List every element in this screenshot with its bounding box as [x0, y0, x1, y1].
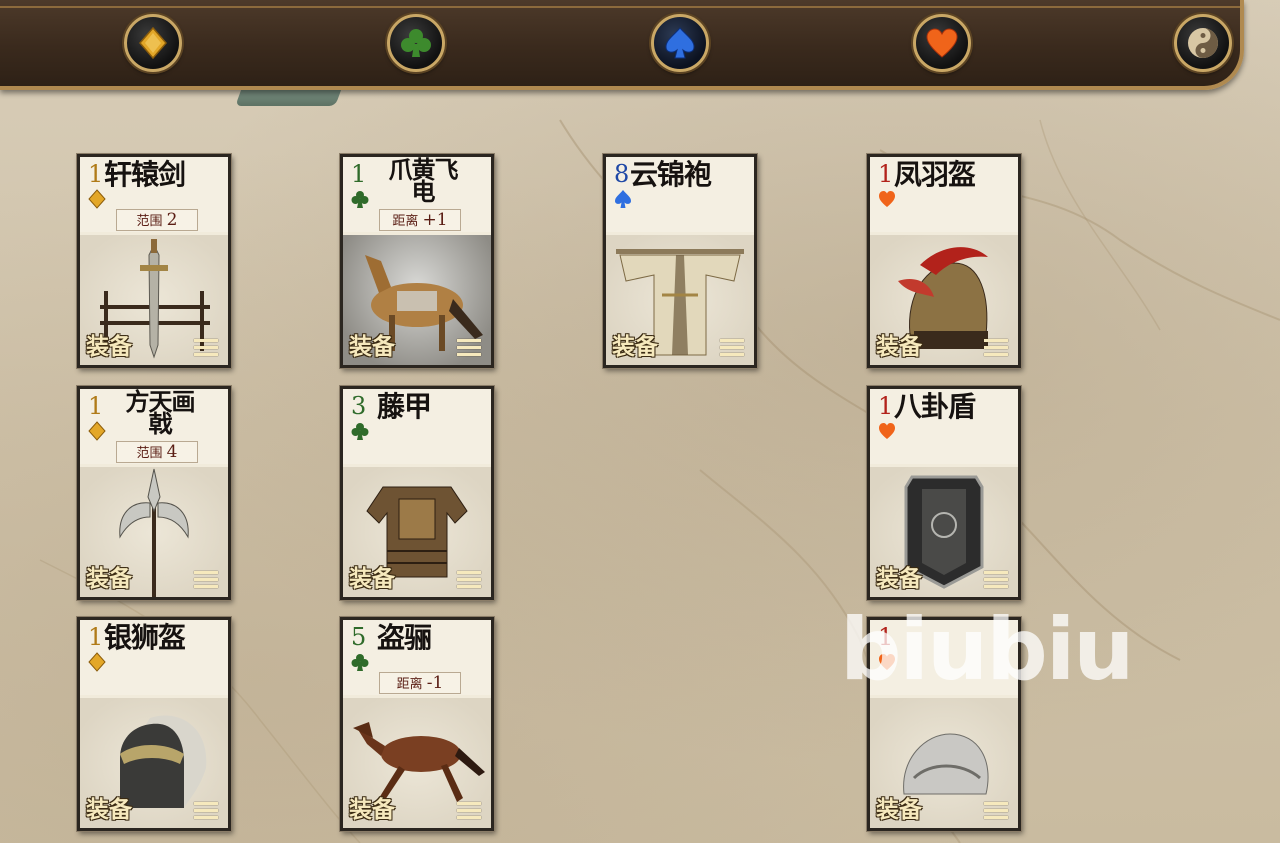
- card-title: 藤甲: [377, 390, 432, 423]
- club-filter-button[interactable]: [387, 14, 445, 72]
- card-number: 1: [878, 623, 894, 651]
- card-title: 云锦袍: [630, 158, 712, 191]
- card-number: 1: [351, 160, 367, 188]
- club-icon: [351, 423, 369, 440]
- card-tengjia-armor[interactable]: 3 藤甲 装备: [339, 385, 495, 601]
- card-number: 1: [878, 160, 894, 188]
- tag-label: 距离: [392, 214, 419, 229]
- menu-icon: [194, 339, 218, 357]
- card-fangtian-halberd[interactable]: 1 方天画戟 范围 4 装备: [76, 385, 232, 601]
- card-type-label: 装备: [86, 333, 132, 360]
- yin-yang-icon: [1188, 28, 1218, 58]
- club-icon: [401, 29, 431, 57]
- card-fengyu-helmet[interactable]: 1 凤羽盔 装备: [866, 153, 1022, 369]
- card-type-label: 装备: [612, 333, 658, 360]
- tag-value: +1: [422, 210, 448, 230]
- card-type-label: 装备: [86, 796, 132, 823]
- diamond-icon: [139, 26, 167, 60]
- heart-icon: [879, 654, 895, 670]
- card-number: 3: [351, 392, 367, 420]
- card-range-tag: 范围 2: [116, 209, 198, 231]
- card-type-label: 装备: [876, 333, 922, 360]
- card-title: 轩辕剑: [104, 158, 186, 191]
- tag-label: 范围: [136, 446, 163, 461]
- menu-icon: [984, 802, 1008, 820]
- card-number: 5: [351, 623, 367, 651]
- card-type-label: 装备: [876, 565, 922, 592]
- spade-filter-button[interactable]: [651, 14, 709, 72]
- suit-filter-bar: [0, 0, 1244, 90]
- card-type-label: 装备: [876, 796, 922, 823]
- card-title: 盗骊: [377, 621, 432, 654]
- menu-icon: [984, 571, 1008, 589]
- card-zhuahuang-feidian[interactable]: 1 爪黄飞电 距离 +1 装备: [339, 153, 495, 369]
- card-title: 银狮盔: [104, 621, 186, 654]
- card-type-label: 装备: [86, 565, 132, 592]
- card-distance-tag: 距离 +1: [379, 209, 461, 231]
- tag-value: -1: [426, 673, 444, 693]
- card-number: 1: [88, 392, 104, 420]
- card-title: 凤羽盔: [894, 158, 976, 191]
- card-distance-tag: 距离 -1: [379, 672, 461, 694]
- tag-label: 范围: [136, 214, 163, 229]
- all-suits-button[interactable]: [1174, 14, 1232, 72]
- card-number: 8: [614, 160, 630, 188]
- menu-icon: [457, 339, 481, 357]
- card-type-label: 装备: [349, 565, 395, 592]
- card-type-label: 装备: [349, 796, 395, 823]
- card-yinshi-helmet[interactable]: 1 银狮盔 装备: [76, 616, 232, 832]
- heart-icon: [879, 423, 895, 439]
- heart-icon: [926, 28, 958, 58]
- spade-icon: [665, 27, 695, 59]
- diamond-icon: [88, 652, 106, 672]
- card-title: 八卦盾: [894, 390, 976, 423]
- tag-value: 2: [166, 210, 178, 230]
- menu-icon: [457, 571, 481, 589]
- menu-icon: [720, 339, 744, 357]
- menu-icon: [457, 802, 481, 820]
- menu-icon: [984, 339, 1008, 357]
- card-range-tag: 范围 4: [116, 441, 198, 463]
- tag-label: 距离: [396, 677, 423, 692]
- card-xuanyuan-sword[interactable]: 1 轩辕剑 范围 2 装备: [76, 153, 232, 369]
- tag-value: 4: [166, 442, 178, 462]
- card-number: 1: [88, 623, 104, 651]
- card-number: 1: [88, 160, 104, 188]
- card-title: 方天画戟: [125, 387, 196, 438]
- heart-icon: [879, 191, 895, 207]
- card-daoli-horse[interactable]: 5 盗骊 距离 -1 装备: [339, 616, 495, 832]
- club-icon: [351, 654, 369, 671]
- card-type-label: 装备: [349, 333, 395, 360]
- diamond-icon: [88, 189, 106, 209]
- diamond-filter-button[interactable]: [124, 14, 182, 72]
- spade-icon: [615, 190, 631, 208]
- card-title: 爪黄飞电: [388, 155, 459, 206]
- card-bagua-shield[interactable]: 1 八卦盾 装备: [866, 385, 1022, 601]
- diamond-icon: [88, 421, 106, 441]
- menu-icon: [194, 571, 218, 589]
- menu-icon: [194, 802, 218, 820]
- card-obscured-helmet[interactable]: 1 装备: [866, 616, 1022, 832]
- card-yunjin-robe[interactable]: 8 云锦袍 装备: [602, 153, 758, 369]
- card-number: 1: [878, 392, 894, 420]
- heart-filter-button[interactable]: [913, 14, 971, 72]
- club-icon: [351, 191, 369, 208]
